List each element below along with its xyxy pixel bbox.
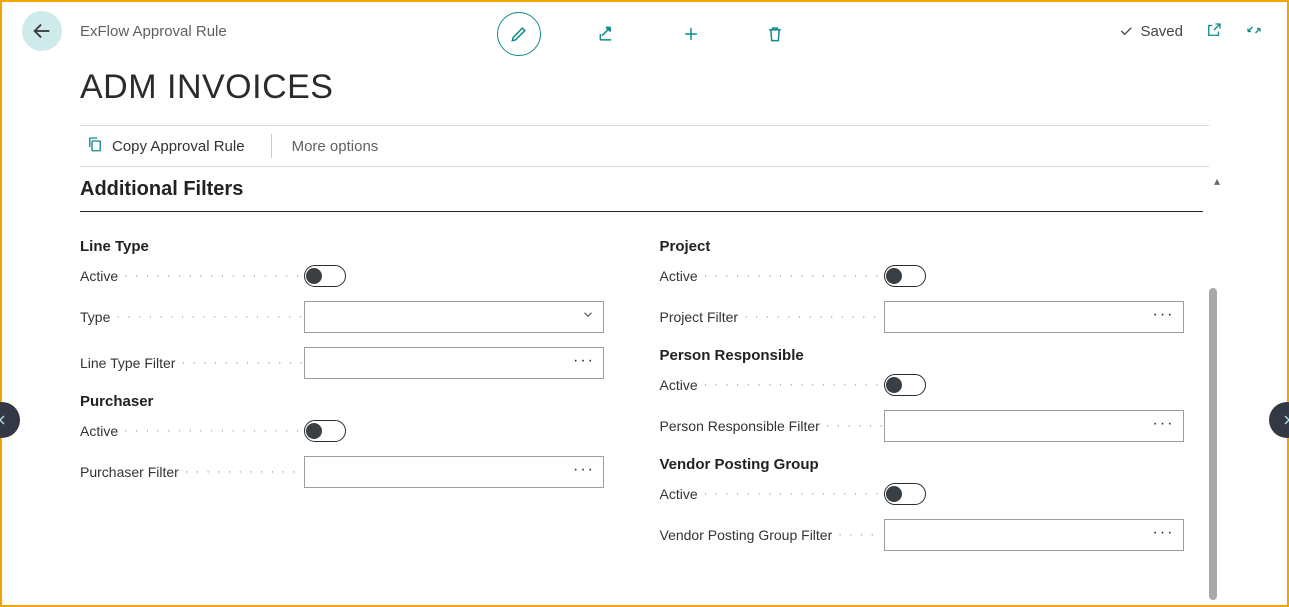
dots-decor: · · · · · · · · · · · · · · bbox=[179, 466, 304, 478]
section-title: Additional Filters bbox=[80, 172, 1203, 212]
save-status-label: Saved bbox=[1140, 23, 1183, 40]
collapse-button[interactable] bbox=[1245, 21, 1263, 42]
page-title: ADM INVOICES bbox=[80, 68, 1287, 107]
label-person-resp-filter: Person Responsible Filter bbox=[660, 418, 820, 434]
more-options-label: More options bbox=[292, 138, 379, 155]
label-vpg-active: Active bbox=[660, 486, 698, 502]
label-project-active: Active bbox=[660, 268, 698, 284]
popout-button[interactable] bbox=[1205, 21, 1223, 42]
delete-button[interactable] bbox=[757, 16, 793, 52]
project-filter-field[interactable]: ··· bbox=[884, 301, 1184, 333]
dots-decor: · · · · · · · · · · · · · · · · · · · · … bbox=[698, 270, 884, 282]
type-select[interactable] bbox=[304, 301, 604, 333]
label-line-type-active: Active bbox=[80, 268, 118, 284]
person-resp-filter-field[interactable]: ··· bbox=[884, 410, 1184, 442]
dots-decor: · · · · · · · · · · · · · · · · · · · · … bbox=[110, 311, 304, 323]
group-purchaser: Purchaser bbox=[80, 393, 624, 410]
toggle-person-resp-active[interactable] bbox=[884, 374, 926, 396]
new-button[interactable] bbox=[673, 16, 709, 52]
label-line-type-filter: Line Type Filter bbox=[80, 355, 175, 371]
group-line-type: Line Type bbox=[80, 238, 624, 255]
toggle-project-active[interactable] bbox=[884, 265, 926, 287]
more-options-button[interactable]: More options bbox=[292, 138, 379, 155]
label-person-resp-active: Active bbox=[660, 377, 698, 393]
toggle-purchaser-active[interactable] bbox=[304, 420, 346, 442]
purchaser-filter-field[interactable]: ··· bbox=[304, 456, 604, 488]
edit-button[interactable] bbox=[497, 12, 541, 56]
dots-decor: · · · · · · · · · · · · · · · · · · · · … bbox=[698, 379, 884, 391]
actionbar-divider bbox=[271, 134, 272, 158]
group-person-responsible: Person Responsible bbox=[660, 347, 1204, 364]
back-button[interactable] bbox=[22, 11, 62, 51]
dots-decor: · · · · · · · · · · · · · · · · · · · · … bbox=[118, 270, 304, 282]
dots-decor: · · · · · · · · bbox=[820, 420, 884, 432]
line-type-filter-field[interactable]: ··· bbox=[304, 347, 604, 379]
label-vpg-filter: Vendor Posting Group Filter bbox=[660, 527, 833, 543]
purchaser-filter-input[interactable] bbox=[305, 457, 603, 487]
copy-approval-rule-label: Copy Approval Rule bbox=[112, 138, 245, 155]
ellipsis-icon[interactable]: ··· bbox=[1153, 524, 1175, 542]
vpg-filter-field[interactable]: ··· bbox=[884, 519, 1184, 551]
toggle-line-type-active[interactable] bbox=[304, 265, 346, 287]
next-record-button[interactable] bbox=[1269, 402, 1289, 438]
dots-decor: · · · · · · · · · · · · · · · · · · · · … bbox=[118, 425, 304, 437]
type-select-input[interactable] bbox=[305, 302, 603, 332]
save-status: Saved bbox=[1118, 23, 1183, 40]
line-type-filter-input[interactable] bbox=[305, 348, 603, 378]
share-button[interactable] bbox=[589, 16, 625, 52]
label-purchaser-active: Active bbox=[80, 423, 118, 439]
label-project-filter: Project Filter bbox=[660, 309, 739, 325]
person-resp-filter-input[interactable] bbox=[885, 411, 1183, 441]
project-filter-input[interactable] bbox=[885, 302, 1183, 332]
copy-approval-rule-button[interactable]: Copy Approval Rule bbox=[80, 135, 251, 157]
ellipsis-icon[interactable]: ··· bbox=[1153, 415, 1175, 433]
breadcrumb: ExFlow Approval Rule bbox=[80, 23, 227, 40]
dots-decor: · · · · · · · · · · · · · · · · · · · · … bbox=[698, 488, 884, 500]
ellipsis-icon[interactable]: ··· bbox=[573, 352, 595, 370]
dots-decor: · · · · bbox=[832, 529, 883, 541]
dots-decor: · · · · · · · · · · · · · · · · · bbox=[738, 311, 883, 323]
toggle-vpg-active[interactable] bbox=[884, 483, 926, 505]
scroll-up-arrow[interactable]: ▴ bbox=[1214, 174, 1220, 188]
vpg-filter-input[interactable] bbox=[885, 520, 1183, 550]
group-project: Project bbox=[660, 238, 1204, 255]
prev-record-button[interactable] bbox=[0, 402, 20, 438]
copy-icon bbox=[86, 135, 104, 157]
label-type: Type bbox=[80, 309, 110, 325]
chevron-down-icon bbox=[581, 308, 595, 327]
ellipsis-icon[interactable]: ··· bbox=[573, 461, 595, 479]
group-vpg: Vendor Posting Group bbox=[660, 456, 1204, 473]
scrollbar-thumb[interactable] bbox=[1209, 288, 1217, 600]
dots-decor: · · · · · · · · · · · · · · · bbox=[175, 357, 304, 369]
action-bar: Copy Approval Rule More options bbox=[80, 125, 1209, 167]
label-purchaser-filter: Purchaser Filter bbox=[80, 464, 179, 480]
ellipsis-icon[interactable]: ··· bbox=[1153, 306, 1175, 324]
